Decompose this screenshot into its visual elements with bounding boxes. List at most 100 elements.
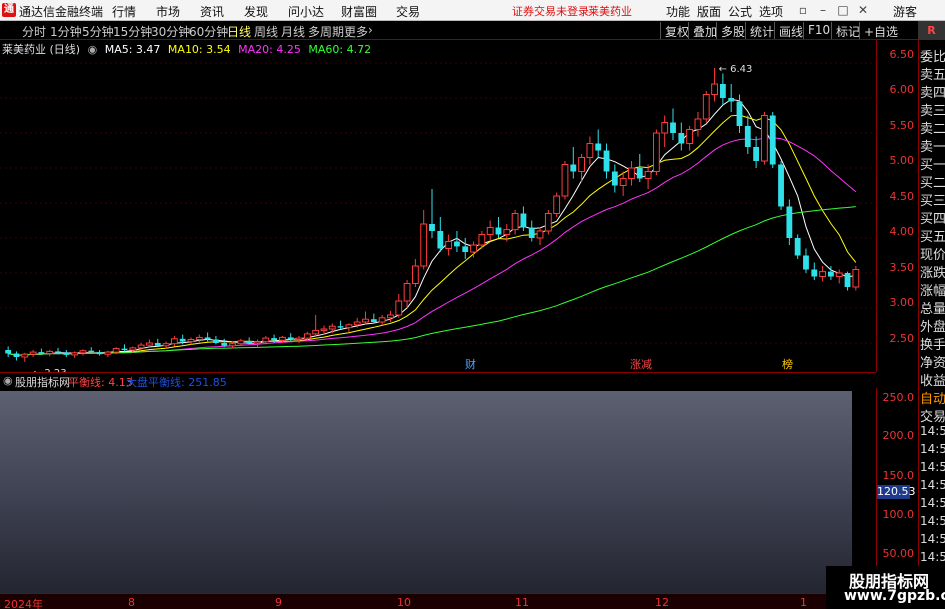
candle-body-up [262, 337, 270, 343]
candle-body-down [570, 164, 577, 172]
candle-body-down [96, 352, 103, 355]
price-tick: 3.00 [889, 296, 915, 309]
tool-add-watchlist[interactable]: +自选 [859, 22, 902, 39]
menu-hangqing[interactable]: 行情 [112, 3, 136, 20]
indicator-current-value: 120.53 [877, 485, 916, 499]
more-chevron-icon[interactable]: › [368, 23, 373, 37]
candle-body-up [835, 272, 843, 277]
candle-body-up [187, 339, 195, 343]
candle-body-up [170, 338, 178, 345]
candle-body-down [520, 213, 527, 228]
menu-caifuquan[interactable]: 财富圈 [341, 3, 377, 20]
candle-body-down [88, 350, 95, 353]
candle-body-up [628, 167, 635, 179]
side-buy1: 买一 [920, 158, 945, 173]
menu-faxian[interactable]: 发现 [244, 3, 268, 20]
period-1min[interactable]: 1分钟 [50, 23, 82, 40]
candle-body-up [362, 318, 369, 323]
indicator-tick: 250.0 [882, 391, 915, 404]
candle-body-up [486, 227, 494, 235]
candle-body-up [661, 122, 669, 134]
candle-body-down [636, 168, 643, 179]
settings-circle-icon[interactable]: ◉ [88, 43, 98, 56]
candlestick-chart[interactable]: ← 6.43← 2.23财涨减榜 [0, 40, 876, 372]
menu-wenxiaoda[interactable]: 问小达 [288, 3, 324, 20]
right-panel-toggle[interactable]: R [918, 21, 945, 40]
candle-body-up [586, 143, 594, 158]
candle-body-down [38, 352, 45, 354]
candle-body-up [104, 351, 112, 355]
candle-body-up [395, 300, 403, 316]
period-60min[interactable]: 60分钟 [189, 23, 228, 40]
candle-body-up [403, 283, 411, 302]
menu-gongneng[interactable]: 功能 [666, 3, 690, 20]
candle-body-down [495, 227, 502, 235]
price-axis: 6.50 6.00 5.50 5.00 4.50 4.00 3.50 3.00 … [876, 40, 918, 372]
menu-zixun[interactable]: 资讯 [200, 3, 224, 20]
high-price-label: ← 6.43 [719, 64, 753, 75]
candle-body-down [429, 224, 435, 231]
period-monthly[interactable]: 月线 [281, 23, 305, 40]
candle-body-down [437, 231, 444, 249]
menu-shichang[interactable]: 市场 [156, 3, 180, 20]
date-tick: 8 [128, 596, 135, 609]
candle-body-up [387, 314, 394, 319]
side-waipan: 外盘 [920, 320, 945, 335]
candle-body-down [778, 164, 784, 207]
candle-body-up [536, 230, 544, 239]
side-zidong[interactable]: 自动 [920, 388, 945, 407]
watermark: 股朋指标网 www.7gpzb.com [826, 566, 945, 609]
candle-body-down [213, 339, 219, 343]
period-30min[interactable]: 30分钟 [151, 23, 190, 40]
maximize-icon[interactable]: □ [836, 3, 850, 17]
period-multi[interactable]: 多周期 [308, 23, 344, 40]
side-jiaoyi[interactable]: 交易 [920, 406, 945, 425]
menu-banmian[interactable]: 版面 [697, 3, 721, 20]
candle-body-up [652, 132, 660, 172]
indicator-header: ◉ 股朋指标网 平衡线: 4.13 大盘平衡线: 251.85 [0, 372, 876, 389]
period-weekly[interactable]: 周线 [254, 23, 278, 40]
date-tick: 11 [515, 596, 529, 609]
user-guest[interactable]: 游客 [893, 3, 917, 20]
ma20-label: MA20: 4.25 [238, 43, 301, 56]
candle-body-down [744, 126, 751, 147]
period-15min[interactable]: 15分钟 [113, 23, 152, 40]
side-sell3: 卖三 [920, 104, 945, 119]
price-chart-panel[interactable]: ← 6.43← 2.23财涨减榜 莱美药业 (日线) ◉ MA5: 3.47 M… [0, 40, 876, 372]
candle-body-up [819, 271, 827, 278]
candle-body-up [470, 244, 477, 253]
menu-xuanxiang[interactable]: 选项 [759, 3, 783, 20]
candle-body-down [611, 171, 618, 186]
menu-jiaoyi[interactable]: 交易 [396, 3, 420, 20]
tool-f10[interactable]: F10 [803, 22, 834, 39]
candle-body-down [728, 98, 735, 102]
restore-icon[interactable]: ▫ [796, 3, 810, 17]
period-more[interactable]: 更多 [344, 23, 368, 40]
quote-side-panel: 委比 卖五 卖四 卖三 卖二 卖一 买一 买二 买三 买四 买五 现价 涨跌 涨… [918, 40, 945, 609]
ma5-label: MA5: 3.47 [104, 43, 161, 56]
close-icon[interactable]: ✕ [856, 3, 870, 17]
candle-body-down [811, 269, 818, 277]
period-fenshi[interactable]: 分时 [22, 23, 46, 40]
side-weibi: 委比 [920, 50, 945, 65]
candle-body-down [803, 255, 809, 270]
candle-body-up [146, 342, 153, 346]
candle-body-down [13, 353, 20, 357]
app-name: 通达信金融终端 [19, 5, 104, 19]
trade-login-status[interactable]: 证券交易未登录 [512, 3, 589, 19]
menu-gongshi[interactable]: 公式 [728, 3, 752, 20]
indicator-panel[interactable] [0, 388, 876, 593]
candle-body-up [71, 352, 79, 356]
trade-time: 14:56 [920, 478, 945, 492]
candle-body-down [337, 326, 344, 328]
date-tick: 10 [397, 596, 411, 609]
period-5min[interactable]: 5分钟 [82, 23, 114, 40]
stock-name-title: 莱美药业 [588, 5, 632, 18]
indicator-settings-icon[interactable]: ◉ [3, 374, 13, 387]
trade-time: 14:56 [920, 532, 945, 546]
candle-body-up [345, 324, 353, 329]
period-daily[interactable]: 日线 [227, 23, 251, 40]
trade-time: 14:56 [920, 460, 945, 474]
minimize-icon[interactable]: – [816, 3, 830, 17]
side-buy4: 买四 [920, 212, 945, 227]
